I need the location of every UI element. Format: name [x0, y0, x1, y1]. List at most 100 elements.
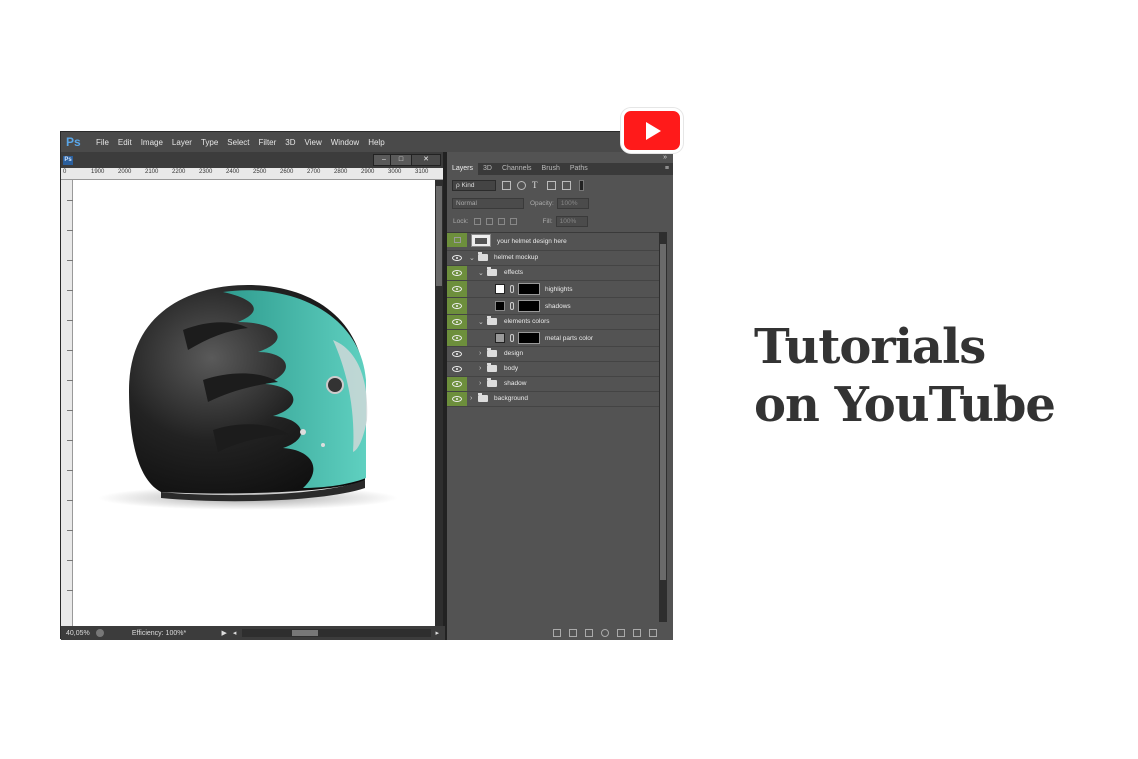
menu-window[interactable]: Window	[331, 138, 359, 147]
menu-image[interactable]: Image	[141, 138, 163, 147]
ruler-label: 3000	[388, 169, 402, 175]
layer-row[interactable]: › body	[447, 362, 659, 377]
document-canvas[interactable]	[73, 180, 435, 626]
visibility-toggle[interactable]	[447, 266, 467, 280]
layer-row[interactable]: shadows	[447, 298, 659, 315]
pixel-filter-icon[interactable]	[502, 180, 511, 190]
visibility-toggle[interactable]	[447, 330, 467, 346]
layer-row[interactable]: highlights	[447, 281, 659, 298]
visibility-toggle[interactable]	[447, 251, 467, 265]
ruler-label: 2500	[253, 169, 267, 175]
eye-icon	[452, 255, 462, 261]
layer-row[interactable]: ⌄ helmet mockup	[447, 251, 659, 266]
new-group-folder-icon[interactable]	[617, 629, 625, 637]
tab-layers[interactable]: Layers	[447, 163, 479, 175]
ruler-label: 2300	[199, 169, 213, 175]
chevron-right-icon[interactable]: ›	[479, 350, 481, 357]
link-layers-icon[interactable]	[553, 629, 561, 637]
smart-object-filter-icon[interactable]	[562, 180, 571, 190]
visibility-toggle[interactable]	[447, 377, 467, 391]
canvas-vertical-scrollbar[interactable]	[435, 180, 443, 626]
layer-row[interactable]: › shadow	[447, 377, 659, 392]
menu-view[interactable]: View	[305, 138, 322, 147]
kind-filter-select[interactable]: ρ Kind	[452, 179, 496, 191]
chevron-down-icon[interactable]: ⌄	[478, 269, 484, 277]
visibility-toggle[interactable]	[447, 281, 467, 297]
efficiency-readout: Efficiency: 100%*	[131, 629, 187, 637]
visibility-toggle[interactable]	[447, 233, 467, 247]
menu-help[interactable]: Help	[368, 138, 384, 147]
hidden-eye-icon	[454, 237, 461, 243]
opacity-label: Opacity:	[530, 199, 554, 207]
link-icon[interactable]	[510, 285, 514, 293]
chevron-right-icon[interactable]: ›	[479, 380, 481, 387]
type-filter-icon[interactable]: T	[532, 180, 541, 190]
menu-filter[interactable]: Filter	[259, 138, 277, 147]
menu-select[interactable]: Select	[227, 138, 249, 147]
visibility-toggle[interactable]	[447, 298, 467, 314]
chevron-right-icon[interactable]: ›	[470, 395, 472, 402]
canvas-horizontal-scrollbar[interactable]	[242, 629, 432, 637]
layer-row[interactable]: ⌄ elements colors	[447, 315, 659, 330]
ruler-label: 3100	[415, 169, 429, 175]
close-button[interactable]: ✕	[411, 154, 441, 166]
link-icon[interactable]	[510, 334, 514, 342]
scroll-thumb[interactable]	[292, 630, 319, 636]
scroll-right-icon[interactable]: ▸	[435, 629, 439, 637]
chevron-down-icon[interactable]: ⌄	[469, 254, 475, 262]
shape-filter-icon[interactable]	[547, 180, 556, 190]
blend-mode-select[interactable]: Normal	[452, 197, 524, 209]
menu-type[interactable]: Type	[201, 138, 218, 147]
adjustment-filter-icon[interactable]	[517, 180, 526, 190]
menu-edit[interactable]: Edit	[118, 138, 132, 147]
new-layer-icon[interactable]	[633, 629, 641, 637]
layer-row[interactable]: your helmet design here	[447, 233, 659, 251]
collapse-panel-icon[interactable]: »	[663, 154, 667, 161]
layer-row[interactable]: metal parts color	[447, 330, 659, 347]
tab-channels[interactable]: Channels	[497, 163, 537, 175]
status-menu-arrow-icon[interactable]: ▶	[221, 629, 226, 637]
lock-position-icon[interactable]	[497, 217, 505, 225]
visibility-toggle[interactable]	[447, 315, 467, 329]
chevron-right-icon[interactable]: ›	[479, 365, 481, 372]
visibility-toggle[interactable]	[447, 362, 467, 376]
visibility-toggle[interactable]	[447, 347, 467, 361]
chevron-down-icon[interactable]: ⌄	[478, 318, 484, 326]
lock-all-icon[interactable]	[509, 217, 517, 225]
layer-row[interactable]: › design	[447, 347, 659, 362]
link-icon[interactable]	[510, 302, 514, 310]
ruler-label: 0	[63, 169, 67, 175]
tab-brush[interactable]: Brush	[537, 163, 565, 175]
layer-name: helmet mockup	[494, 254, 539, 261]
trash-icon[interactable]	[649, 629, 657, 637]
lock-image-icon[interactable]	[485, 217, 493, 225]
scroll-left-icon[interactable]: ◂	[233, 629, 237, 637]
menu-layer[interactable]: Layer	[172, 138, 192, 147]
layers-scrollbar[interactable]	[659, 232, 667, 622]
tab-paths[interactable]: Paths	[565, 163, 593, 175]
adjustment-layer-icon[interactable]	[601, 629, 609, 637]
visibility-toggle[interactable]	[447, 392, 467, 406]
scroll-thumb[interactable]	[660, 244, 666, 580]
layer-row[interactable]: › background	[447, 392, 659, 407]
fill-field[interactable]: 100%	[555, 215, 588, 227]
zoom-level[interactable]: 40,05%	[66, 630, 92, 637]
filter-toggle[interactable]	[579, 179, 584, 191]
folder-icon	[487, 348, 497, 357]
layer-row[interactable]: ⌄ effects	[447, 266, 659, 281]
lock-transparent-icon[interactable]	[473, 217, 481, 225]
scroll-thumb[interactable]	[436, 186, 442, 286]
panel-menu-icon[interactable]: ≡	[665, 165, 669, 172]
fx-icon[interactable]	[569, 629, 577, 637]
eye-icon	[452, 351, 462, 357]
layer-name: design	[504, 350, 524, 357]
youtube-logo[interactable]	[621, 108, 683, 153]
add-mask-icon[interactable]	[585, 629, 593, 637]
layer-name: effects	[504, 269, 524, 276]
menu-3d[interactable]: 3D	[285, 138, 295, 147]
opacity-field[interactable]: 100%	[556, 197, 589, 209]
eye-icon	[452, 286, 462, 292]
tab-3d[interactable]: 3D	[478, 163, 497, 175]
maximize-button[interactable]: □	[390, 154, 412, 166]
menu-file[interactable]: File	[96, 138, 109, 147]
